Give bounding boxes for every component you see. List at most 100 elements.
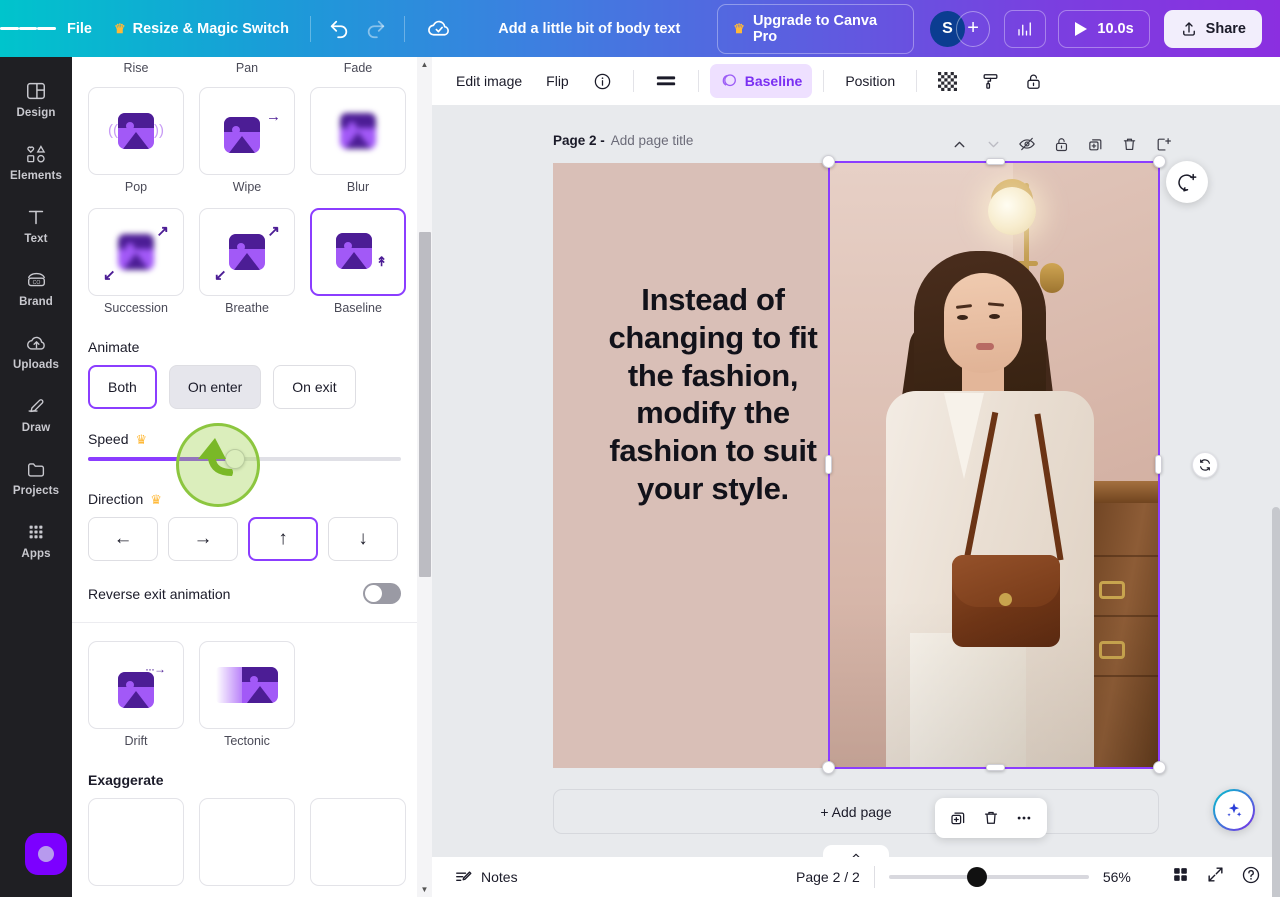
reverse-exit-toggle[interactable] xyxy=(363,583,401,604)
direction-down-button[interactable]: ↓ xyxy=(328,517,398,561)
zoom-slider-knob[interactable] xyxy=(966,867,987,887)
speed-slider-fill xyxy=(88,457,236,461)
move-page-down-button[interactable] xyxy=(980,131,1006,157)
sidebar-item-brand[interactable]: CO Brand xyxy=(4,260,68,315)
speed-slider[interactable] xyxy=(88,449,401,469)
notes-button[interactable]: Notes xyxy=(454,868,518,887)
duplicate-page-button[interactable] xyxy=(1082,131,1108,157)
move-page-up-button[interactable] xyxy=(946,131,972,157)
help-button[interactable] xyxy=(1241,865,1261,890)
selection-handle-top[interactable] xyxy=(986,158,1005,165)
animation-card-exaggerate-3[interactable] xyxy=(310,798,406,886)
pop-animation-icon xyxy=(118,113,154,149)
delete-page-button[interactable] xyxy=(1116,131,1142,157)
flip-button[interactable]: Flip xyxy=(536,64,579,98)
grid-view-button[interactable] xyxy=(1171,865,1190,889)
animate-option-both[interactable]: Both xyxy=(88,365,157,409)
canvas-photo[interactable] xyxy=(828,163,1159,768)
selection-handle-top-left[interactable] xyxy=(822,155,835,168)
sidebar-item-apps[interactable]: Apps xyxy=(4,512,68,567)
cloud-saved-icon[interactable] xyxy=(421,10,457,48)
expand-page-button[interactable] xyxy=(1150,131,1176,157)
animation-card-tectonic[interactable] xyxy=(199,641,295,729)
selection-handle-top-right[interactable] xyxy=(1153,155,1166,168)
animation-card-wipe[interactable]: → xyxy=(199,87,295,175)
sidebar-item-uploads[interactable]: Uploads xyxy=(4,323,68,378)
align-lines-button[interactable] xyxy=(645,64,687,98)
upgrade-to-canva-pro-button[interactable]: ♛ Upgrade to Canva Pro xyxy=(717,3,915,54)
lock-button[interactable] xyxy=(1014,64,1053,98)
sidebar-item-draw[interactable]: Draw xyxy=(4,386,68,441)
text-icon xyxy=(28,210,44,225)
scroll-down-icon[interactable]: ▼ xyxy=(417,882,432,897)
hamburger-icon[interactable] xyxy=(0,25,57,33)
add-comment-icon xyxy=(1177,173,1196,191)
rotate-handle[interactable] xyxy=(1192,452,1218,478)
duplicate-page-icon xyxy=(1088,138,1101,150)
sidebar-item-projects[interactable]: Projects xyxy=(4,449,68,504)
top-bar: File ♛ Resize & Magic Switch Add a littl… xyxy=(0,0,1280,57)
animate-option-on-enter[interactable]: On enter xyxy=(168,365,262,409)
page-canvas[interactable]: Instead of changing to fit the fashion, … xyxy=(553,163,1159,768)
selection-handle-bottom-right[interactable] xyxy=(1153,761,1166,774)
add-page-button[interactable]: + Add page xyxy=(553,789,1159,834)
add-collaborator-button[interactable]: + xyxy=(955,10,991,47)
selection-handle-right[interactable] xyxy=(1155,455,1162,474)
play-preview-button[interactable]: 10.0s xyxy=(1058,9,1150,48)
undo-icon[interactable] xyxy=(321,10,357,48)
canvas-headline-text[interactable]: Instead of changing to fit the fashion, … xyxy=(593,281,833,508)
paint-roller-button[interactable] xyxy=(971,64,1010,98)
animation-card-drift[interactable]: ···→ xyxy=(88,641,184,729)
sidebar-item-elements[interactable]: Elements xyxy=(4,134,68,189)
animation-card-blur[interactable] xyxy=(310,87,406,175)
file-menu-button[interactable]: File xyxy=(56,14,103,44)
fullscreen-button[interactable] xyxy=(1206,865,1225,889)
delete-button[interactable] xyxy=(976,803,1006,833)
animation-panel: Rise Pan Fade (( )) Pop → Wipe Blur ↗ ↙ … xyxy=(72,57,432,897)
selection-handle-left[interactable] xyxy=(825,455,832,474)
hide-page-button[interactable] xyxy=(1014,131,1040,157)
direction-left-button[interactable]: ← xyxy=(88,517,158,561)
speed-slider-knob[interactable] xyxy=(225,449,246,469)
drift-trail-icon: ···→ xyxy=(145,662,166,676)
direction-options: ← → ↑ ↓ xyxy=(72,517,417,561)
animation-card-succession[interactable]: ↗ ↙ xyxy=(88,208,184,296)
transparency-button[interactable] xyxy=(928,64,967,98)
add-comment-button[interactable] xyxy=(1166,161,1208,203)
selection-handle-bottom-left[interactable] xyxy=(822,761,835,774)
share-button[interactable]: Share xyxy=(1163,9,1262,48)
info-button[interactable] xyxy=(583,64,622,98)
sidebar-item-design[interactable]: Design xyxy=(4,71,68,126)
animate-option-on-exit[interactable]: On exit xyxy=(273,365,356,409)
sidebar-item-text[interactable]: Text xyxy=(4,197,68,252)
animation-card-baseline[interactable]: ↟ xyxy=(310,208,406,296)
more-options-button[interactable] xyxy=(1009,803,1039,833)
animation-card-exaggerate-1[interactable] xyxy=(88,798,184,886)
animation-card-exaggerate-2[interactable] xyxy=(199,798,295,886)
direction-right-button[interactable]: → xyxy=(168,517,238,561)
lock-page-button[interactable] xyxy=(1048,131,1074,157)
avatar-initial: S xyxy=(942,19,953,37)
magic-assistant-button[interactable] xyxy=(1213,789,1255,831)
direction-up-button[interactable]: ↑ xyxy=(248,517,318,561)
panel-scrollbar-thumb[interactable] xyxy=(419,232,431,577)
page-title-input[interactable]: Add page title xyxy=(611,133,694,148)
canvas-scrollbar[interactable] xyxy=(1272,507,1280,897)
panel-scrollbar[interactable]: ▲ ▼ xyxy=(417,57,432,897)
duplicate-button[interactable] xyxy=(943,803,973,833)
zoom-slider[interactable] xyxy=(888,867,1089,887)
edit-image-button[interactable]: Edit image xyxy=(446,64,532,98)
animation-card-pop[interactable]: (( )) xyxy=(88,87,184,175)
stats-button[interactable] xyxy=(1004,9,1047,48)
animation-card-breathe[interactable]: ↗ ↙ xyxy=(199,208,295,296)
resize-magic-switch-button[interactable]: ♛ Resize & Magic Switch xyxy=(103,14,300,44)
record-button[interactable] xyxy=(25,833,67,875)
document-title[interactable]: Add a little bit of body text xyxy=(487,14,691,44)
animate-section: Animate Both On enter On exit xyxy=(72,339,417,409)
selection-handle-bottom[interactable] xyxy=(986,764,1005,771)
position-button[interactable]: Position xyxy=(835,64,905,98)
animation-button[interactable]: Baseline xyxy=(709,64,813,98)
redo-icon[interactable] xyxy=(357,10,393,48)
scroll-up-icon[interactable]: ▲ xyxy=(417,57,432,72)
speed-slider-wrap xyxy=(72,449,417,469)
